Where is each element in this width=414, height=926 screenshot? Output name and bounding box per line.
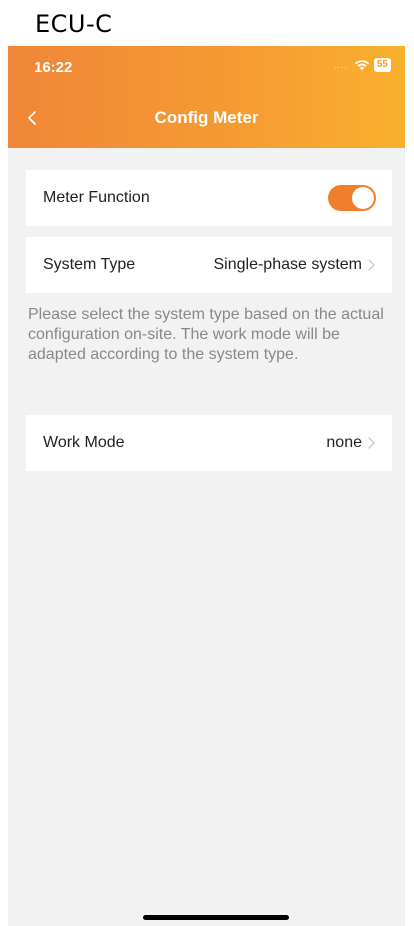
meter-function-row: Meter Function <box>26 170 392 226</box>
status-icons: .... 55 <box>334 58 391 72</box>
work-mode-row[interactable]: Work Mode none <box>26 415 392 471</box>
status-time: 16:22 <box>34 59 73 76</box>
system-type-selector[interactable]: Single-phase system <box>213 256 376 274</box>
chevron-right-icon <box>368 259 375 271</box>
page-title: Config Meter <box>154 108 259 127</box>
work-mode-label: Work Mode <box>43 434 125 451</box>
work-mode-selector[interactable]: none <box>326 434 376 452</box>
signal-dots-icon: .... <box>333 60 348 70</box>
system-type-label: System Type <box>43 256 136 273</box>
caption-title: ECU-C <box>35 10 113 38</box>
battery-icon: 55 <box>373 58 391 72</box>
wifi-icon <box>354 60 369 71</box>
system-type-value: Single-phase system <box>213 256 362 273</box>
system-type-hint: Please select the system type based on t… <box>28 306 384 363</box>
toggle-knob <box>352 187 374 209</box>
home-indicator[interactable] <box>143 915 289 920</box>
work-mode-value: none <box>326 434 362 451</box>
phone-screen: 16:22 .... 55 Config Meter Meter Functio… <box>8 46 405 926</box>
chevron-right-icon <box>368 437 375 449</box>
nav-header: 16:22 .... 55 Config Meter <box>8 46 405 148</box>
system-type-row[interactable]: System Type Single-phase system <box>26 237 392 293</box>
meter-function-label: Meter Function <box>43 189 150 206</box>
meter-function-toggle[interactable] <box>328 185 376 211</box>
